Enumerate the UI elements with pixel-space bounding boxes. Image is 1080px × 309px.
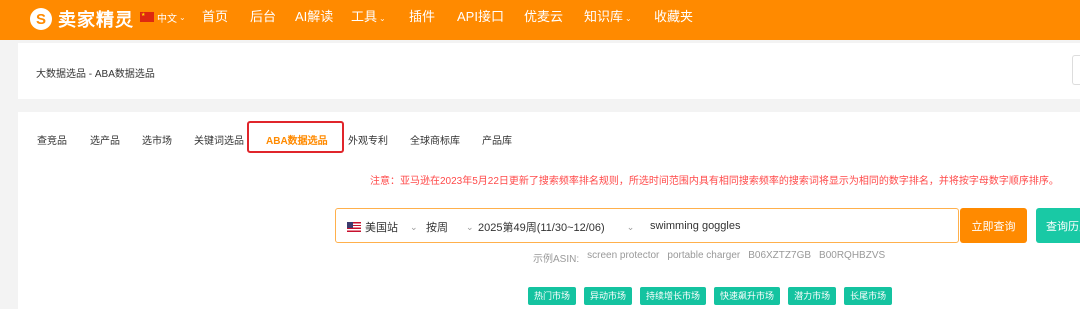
- breadcrumb-panel: 大数据选品 - ABA数据选品: [18, 43, 1080, 99]
- query-history-button[interactable]: 查询历史: [1036, 208, 1080, 243]
- tab-product-db[interactable]: 产品库: [482, 132, 512, 147]
- tag-surging-market[interactable]: 快速飙升市场: [714, 287, 781, 305]
- chevron-down-icon: ⌄: [379, 14, 386, 23]
- period-type-select[interactable]: 按周 ⌄: [426, 219, 474, 235]
- main-panel: 查竞品 选产品 选市场 关键词选品 ABA数据选品 外观专利 全球商标库 产品库…: [18, 112, 1080, 309]
- nav-item-favorites[interactable]: 收藏夹: [654, 8, 693, 26]
- keyword-input[interactable]: [650, 218, 950, 234]
- tab-product[interactable]: 选产品: [90, 132, 120, 147]
- tab-market[interactable]: 选市场: [142, 132, 172, 147]
- language-label: 中文: [157, 13, 177, 25]
- nav-item-dashboard[interactable]: 后台: [250, 8, 276, 26]
- example-link[interactable]: portable charger: [667, 250, 740, 265]
- nav-item-home[interactable]: 首页: [202, 8, 228, 26]
- chevron-down-icon: ⌄: [179, 12, 186, 22]
- chevron-down-icon: ⌄: [410, 221, 418, 232]
- panel-edge-control[interactable]: [1072, 55, 1080, 85]
- tab-design-patent[interactable]: 外观专利: [348, 132, 388, 147]
- tag-hot-market[interactable]: 热门市场: [528, 287, 577, 305]
- chevron-down-icon: ⌄: [466, 221, 474, 232]
- us-flag-icon: [347, 222, 361, 232]
- week-select[interactable]: 2025第49周(11/30~12/06) ⌄: [478, 219, 634, 235]
- examples-label: 示例ASIN:: [533, 254, 580, 265]
- nav-tools-label: 工具: [351, 9, 378, 24]
- example-link[interactable]: screen protector: [587, 250, 659, 265]
- nav-knowledge-label: 知识库: [584, 9, 624, 24]
- tag-abnormal-market[interactable]: 异动市场: [584, 287, 633, 305]
- marketplace-select[interactable]: 美国站 ⌄: [347, 219, 418, 235]
- tag-longtail-market[interactable]: 长尾市场: [844, 287, 893, 305]
- nav-item-api[interactable]: API接口: [457, 8, 504, 26]
- tab-aba-data[interactable]: ABA数据选品: [266, 132, 328, 147]
- tab-trademark[interactable]: 全球商标库: [410, 132, 460, 147]
- marketplace-value: 美国站: [365, 222, 398, 234]
- logo-text: 卖家精灵: [58, 10, 134, 30]
- market-tags: 热门市场 异动市场 持续增长市场 快速飙升市场 潜力市场 长尾市场: [528, 287, 900, 305]
- language-selector[interactable]: 中文 ⌄: [140, 10, 186, 25]
- notice-text: 注意：亚马逊在2023年5月22日更新了搜索频率排名规则，所选时间范围内具有相同…: [370, 176, 1059, 187]
- nav-item-plugin[interactable]: 插件: [409, 8, 435, 26]
- period-type-value: 按周: [426, 222, 448, 234]
- tab-keyword[interactable]: 关键词选品: [194, 132, 244, 147]
- week-value: 2025第49周(11/30~12/06): [478, 222, 605, 234]
- nav-item-youmaiyun[interactable]: 优麦云: [524, 8, 563, 26]
- tag-growing-market[interactable]: 持续增长市场: [640, 287, 707, 305]
- nav-item-knowledge[interactable]: 知识库 ⌄: [584, 8, 632, 26]
- query-button[interactable]: 立即查询: [960, 208, 1027, 243]
- top-nav-bar: S 卖家精灵 中文 ⌄ 首页 后台 AI解读 工具⌄ 插件 API接口 优麦云 …: [0, 0, 1080, 40]
- china-flag-icon: [140, 12, 154, 22]
- nav-item-tools[interactable]: 工具 ⌄: [351, 8, 386, 26]
- tag-potential-market[interactable]: 潜力市场: [788, 287, 837, 305]
- breadcrumb: 大数据选品 - ABA数据选品: [36, 69, 155, 80]
- example-asins: 示例ASIN: screen protector portable charge…: [533, 250, 885, 265]
- example-link[interactable]: B00RQHBZVS: [819, 250, 885, 265]
- example-link[interactable]: B06XZTZ7GB: [748, 250, 811, 265]
- logo[interactable]: S 卖家精灵: [30, 5, 134, 33]
- logo-icon: S: [30, 8, 52, 30]
- tab-competitor[interactable]: 查竞品: [37, 132, 67, 147]
- search-bar: 美国站 ⌄ 按周 ⌄ 2025第49周(11/30~12/06) ⌄: [335, 208, 959, 243]
- nav-item-ai-insight[interactable]: AI解读: [295, 8, 333, 26]
- chevron-down-icon: ⌄: [626, 221, 635, 232]
- chevron-down-icon: ⌄: [625, 14, 632, 23]
